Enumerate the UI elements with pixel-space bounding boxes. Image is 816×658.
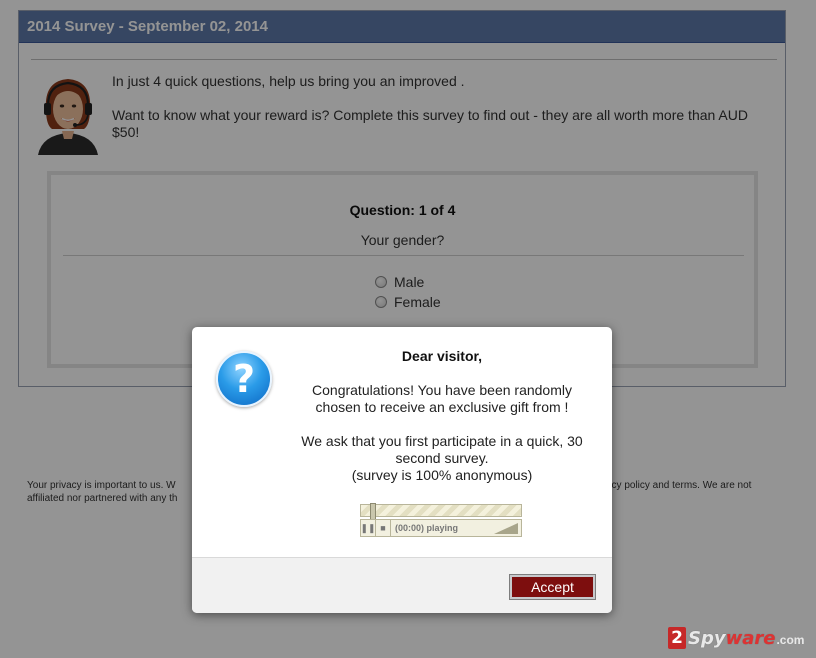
player-controls: ❚❚ ■ (00:00) playing: [360, 519, 522, 537]
anonymous-note: (survey is 100% anonymous): [351, 467, 533, 483]
watermark: 2 Spyware .com: [668, 627, 804, 649]
player-status: (00:00) playing: [395, 523, 459, 533]
seek-handle[interactable]: [370, 503, 376, 520]
dialog-title: Dear visitor,: [401, 348, 483, 364]
survey-request-text: We ask that you first participate in a q…: [301, 433, 583, 466]
popup-dialog: ? Dear visitor, Congratulations! You hav…: [192, 327, 612, 613]
watermark-brand: Spyware: [688, 628, 775, 649]
dialog-body: Congratulations! You have been randomly …: [288, 382, 596, 484]
watermark-brand-b: ware: [725, 627, 776, 649]
stop-icon[interactable]: ■: [376, 520, 391, 536]
watermark-brand-a: Spy: [688, 627, 726, 649]
volume-icon[interactable]: [494, 522, 518, 534]
audio-player: ❚❚ ■ (00:00) playing: [360, 503, 522, 537]
question-mark-icon: ?: [216, 351, 272, 407]
progress-track[interactable]: [360, 503, 522, 520]
dialog-footer: Accept: [192, 557, 612, 613]
watermark-logo-icon: 2: [668, 627, 686, 649]
watermark-tld: .com: [776, 633, 805, 647]
congrats-text: Congratulations! You have been randomly …: [312, 382, 572, 415]
accept-button[interactable]: Accept: [510, 575, 595, 599]
pause-icon[interactable]: ❚❚: [360, 520, 376, 536]
